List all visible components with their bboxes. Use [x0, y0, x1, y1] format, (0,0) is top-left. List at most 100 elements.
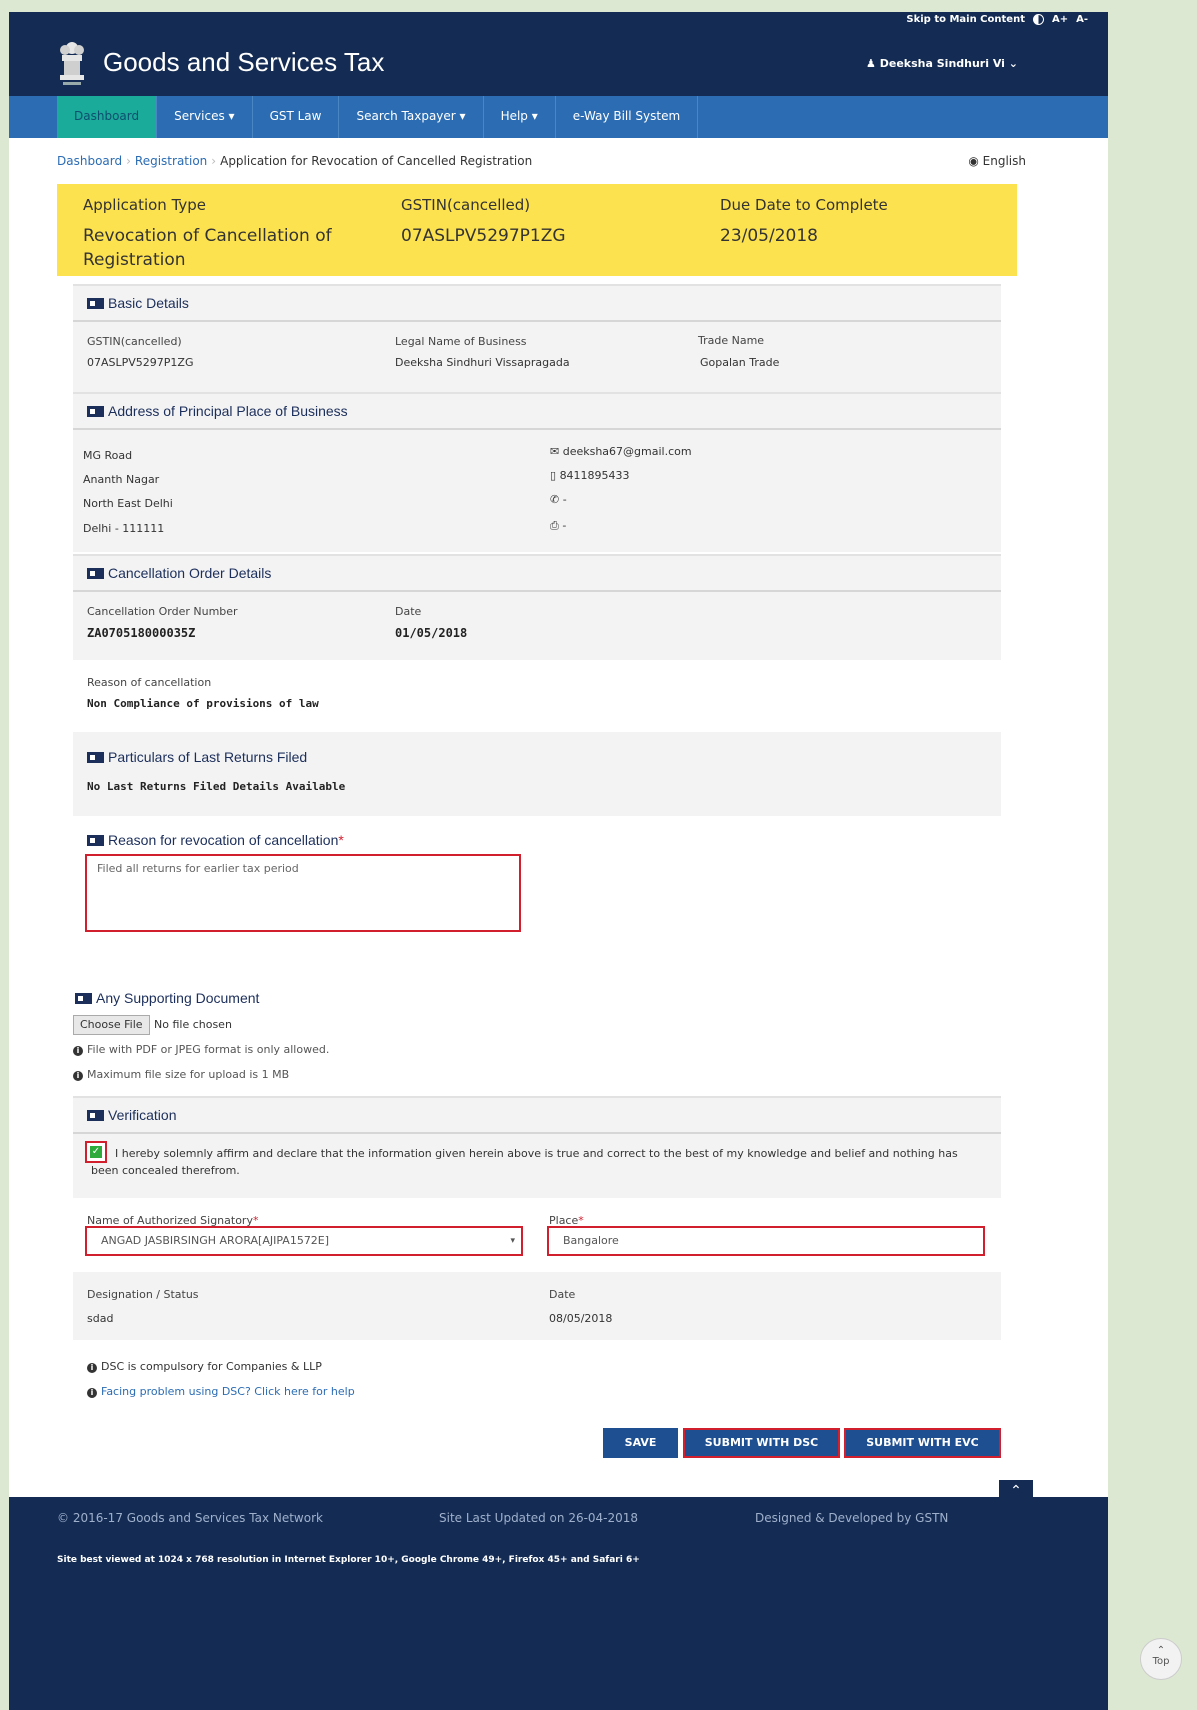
id-card-icon	[87, 298, 104, 309]
designation-body	[73, 1272, 1001, 1340]
nav-items: Dashboard Services ▾ GST Law Search Taxp…	[57, 96, 699, 138]
nav-item-eway-bill[interactable]: e-Way Bill System	[556, 96, 699, 138]
cancel-reason-label: Reason of cancellation	[87, 676, 212, 689]
designation-value: sdad	[87, 1312, 114, 1325]
signatory-value: ANGAD JASBIRSINGH ARORA[AJIPA1572E]	[101, 1234, 330, 1247]
id-card-icon	[87, 1110, 104, 1121]
breadcrumb-current: Application for Revocation of Cancelled …	[220, 154, 533, 168]
order-number-label: Cancellation Order Number	[87, 605, 238, 618]
application-summary: Application Type Revocation of Cancellat…	[57, 184, 1017, 276]
section-title: Verification	[108, 1107, 177, 1123]
section-title: Reason for revocation of cancellation	[108, 832, 339, 848]
footer: © 2016-17 Goods and Services Tax Network…	[9, 1497, 1108, 1710]
nav-item-gst-law[interactable]: GST Law	[253, 96, 340, 138]
dsc-help-link[interactable]: i Facing problem using DSC? Click here fo…	[87, 1385, 355, 1398]
footer-updated: Site Last Updated on 26-04-2018	[439, 1511, 639, 1525]
phone-row: ✆ -	[550, 493, 567, 506]
email-value: deeksha67@gmail.com	[562, 445, 692, 458]
font-larger-button[interactable]: A+	[1052, 14, 1068, 25]
section-basic-details: Basic Details	[73, 284, 1001, 322]
info-icon: i	[73, 1046, 83, 1056]
skip-to-main-content-link[interactable]: Skip to Main Content	[906, 14, 1025, 25]
cancellation-body	[73, 592, 1001, 660]
returns-value: No Last Returns Filed Details Available	[87, 780, 346, 793]
fax-icon: ⎙	[550, 519, 559, 532]
section-title: Cancellation Order Details	[108, 565, 272, 581]
legal-name-label: Legal Name of Business	[395, 335, 527, 348]
info-icon: i	[87, 1388, 97, 1398]
user-menu[interactable]: ♟ Deeksha Sindhuri Vi ⌄	[866, 57, 1018, 70]
signatory-select[interactable]: ANGAD JASBIRSINGH ARORA[AJIPA1572E] ▾	[85, 1226, 523, 1256]
back-to-top-button[interactable]: ⌃ Top	[1140, 1638, 1182, 1680]
breadcrumb-dashboard[interactable]: Dashboard	[57, 154, 122, 168]
fax-row: ⎙ -	[550, 519, 566, 533]
note-text: File with PDF or JPEG format is only all…	[87, 1043, 330, 1056]
nav-item-dashboard[interactable]: Dashboard	[57, 96, 158, 138]
phone-value: -	[562, 493, 567, 506]
info-icon: i	[73, 1071, 83, 1081]
summary-application-type: Application Type Revocation of Cancellat…	[83, 196, 363, 272]
gstin-label: GSTIN(cancelled)	[401, 196, 531, 214]
choose-file-button[interactable]: Choose File	[73, 1015, 150, 1035]
designation-label: Designation / Status	[87, 1288, 199, 1301]
breadcrumb-registration[interactable]: Registration	[135, 154, 207, 168]
user-icon: ♟	[866, 57, 876, 70]
revocation-reason-textarea[interactable]: Filed all returns for earlier tax period	[85, 854, 521, 932]
section-title: Address of Principal Place of Business	[108, 403, 348, 419]
place-input[interactable]: Bangalore	[547, 1226, 985, 1256]
user-name: Deeksha Sindhuri Vi	[879, 57, 1005, 70]
nav-item-help[interactable]: Help ▾	[484, 96, 556, 138]
submit-with-dsc-button[interactable]: SUBMIT WITH DSC	[683, 1428, 840, 1458]
link-text: Facing problem using DSC? Click here for…	[101, 1385, 355, 1398]
header-bar: Skip to Main Content A+ A- Goods and Ser…	[9, 12, 1108, 102]
language-selector[interactable]: ◉ English	[968, 154, 1026, 168]
save-button[interactable]: SAVE	[603, 1428, 678, 1458]
mobile-row: ▯ 8411895433	[550, 469, 630, 482]
verification-date-value: 08/05/2018	[549, 1312, 613, 1325]
cancel-reason-value: Non Compliance of provisions of law	[87, 697, 319, 710]
address-line-3: North East Delhi	[83, 497, 173, 510]
contrast-icon[interactable]	[1032, 14, 1044, 25]
basic-gstin-value: 07ASLPV5297P1ZG	[87, 356, 194, 369]
utility-links: Skip to Main Content A+ A-	[906, 14, 1088, 25]
no-file-chosen-text: No file chosen	[154, 1018, 232, 1031]
section-cancellation-order: Cancellation Order Details	[73, 554, 1001, 592]
id-card-icon	[87, 406, 104, 417]
id-card-icon	[87, 568, 104, 579]
section-title: Particulars of Last Returns Filed	[108, 749, 308, 765]
breadcrumb-separator: ›	[211, 154, 217, 168]
section-address: Address of Principal Place of Business	[73, 392, 1001, 430]
phone-icon: ✆	[550, 493, 560, 506]
section-last-returns: Particulars of Last Returns Filed	[73, 740, 1001, 774]
font-smaller-button[interactable]: A-	[1076, 14, 1088, 25]
id-card-icon	[87, 752, 104, 763]
language-label: English	[982, 154, 1026, 168]
page-frame: Skip to Main Content A+ A- Goods and Ser…	[9, 12, 1108, 1710]
note-text: Maximum file size for upload is 1 MB	[87, 1068, 290, 1081]
due-date-value: 23/05/2018	[720, 226, 818, 246]
file-size-note: i Maximum file size for upload is 1 MB	[73, 1068, 289, 1081]
file-format-note: i File with PDF or JPEG format is only al…	[73, 1043, 329, 1056]
nav-item-services[interactable]: Services ▾	[157, 96, 253, 138]
trade-name-value: Gopalan Trade	[700, 356, 780, 369]
section-supporting-document: Any Supporting Document	[61, 981, 989, 1015]
id-card-icon	[87, 835, 104, 846]
submit-with-evc-button[interactable]: SUBMIT WITH EVC	[844, 1428, 1001, 1458]
nav-item-search-taxpayer[interactable]: Search Taxpayer ▾	[339, 96, 484, 138]
summary-due-date: Due Date to Complete 23/05/2018	[720, 196, 1000, 248]
basic-gstin-label: GSTIN(cancelled)	[87, 335, 182, 348]
top-label: Top	[1152, 1656, 1170, 1667]
breadcrumb: Dashboard › Registration › Application for R…	[57, 154, 532, 168]
mobile-value: 8411895433	[559, 469, 630, 482]
globe-icon: ◉	[968, 154, 979, 168]
trade-name-label: Trade Name	[698, 334, 765, 347]
footer-copyright: © 2016-17 Goods and Services Tax Network	[57, 1511, 323, 1525]
address-line-4: Delhi - 111111	[83, 522, 165, 535]
breadcrumb-separator: ›	[126, 154, 131, 168]
chevron-down-icon: ⌄	[1008, 57, 1018, 70]
site-title[interactable]: Goods and Services Tax	[103, 47, 384, 78]
section-title: Any Supporting Document	[96, 990, 260, 1006]
email-row: ✉ deeksha67@gmail.com	[550, 445, 692, 458]
order-date-label: Date	[395, 605, 422, 618]
due-date-label: Due Date to Complete	[720, 196, 888, 214]
